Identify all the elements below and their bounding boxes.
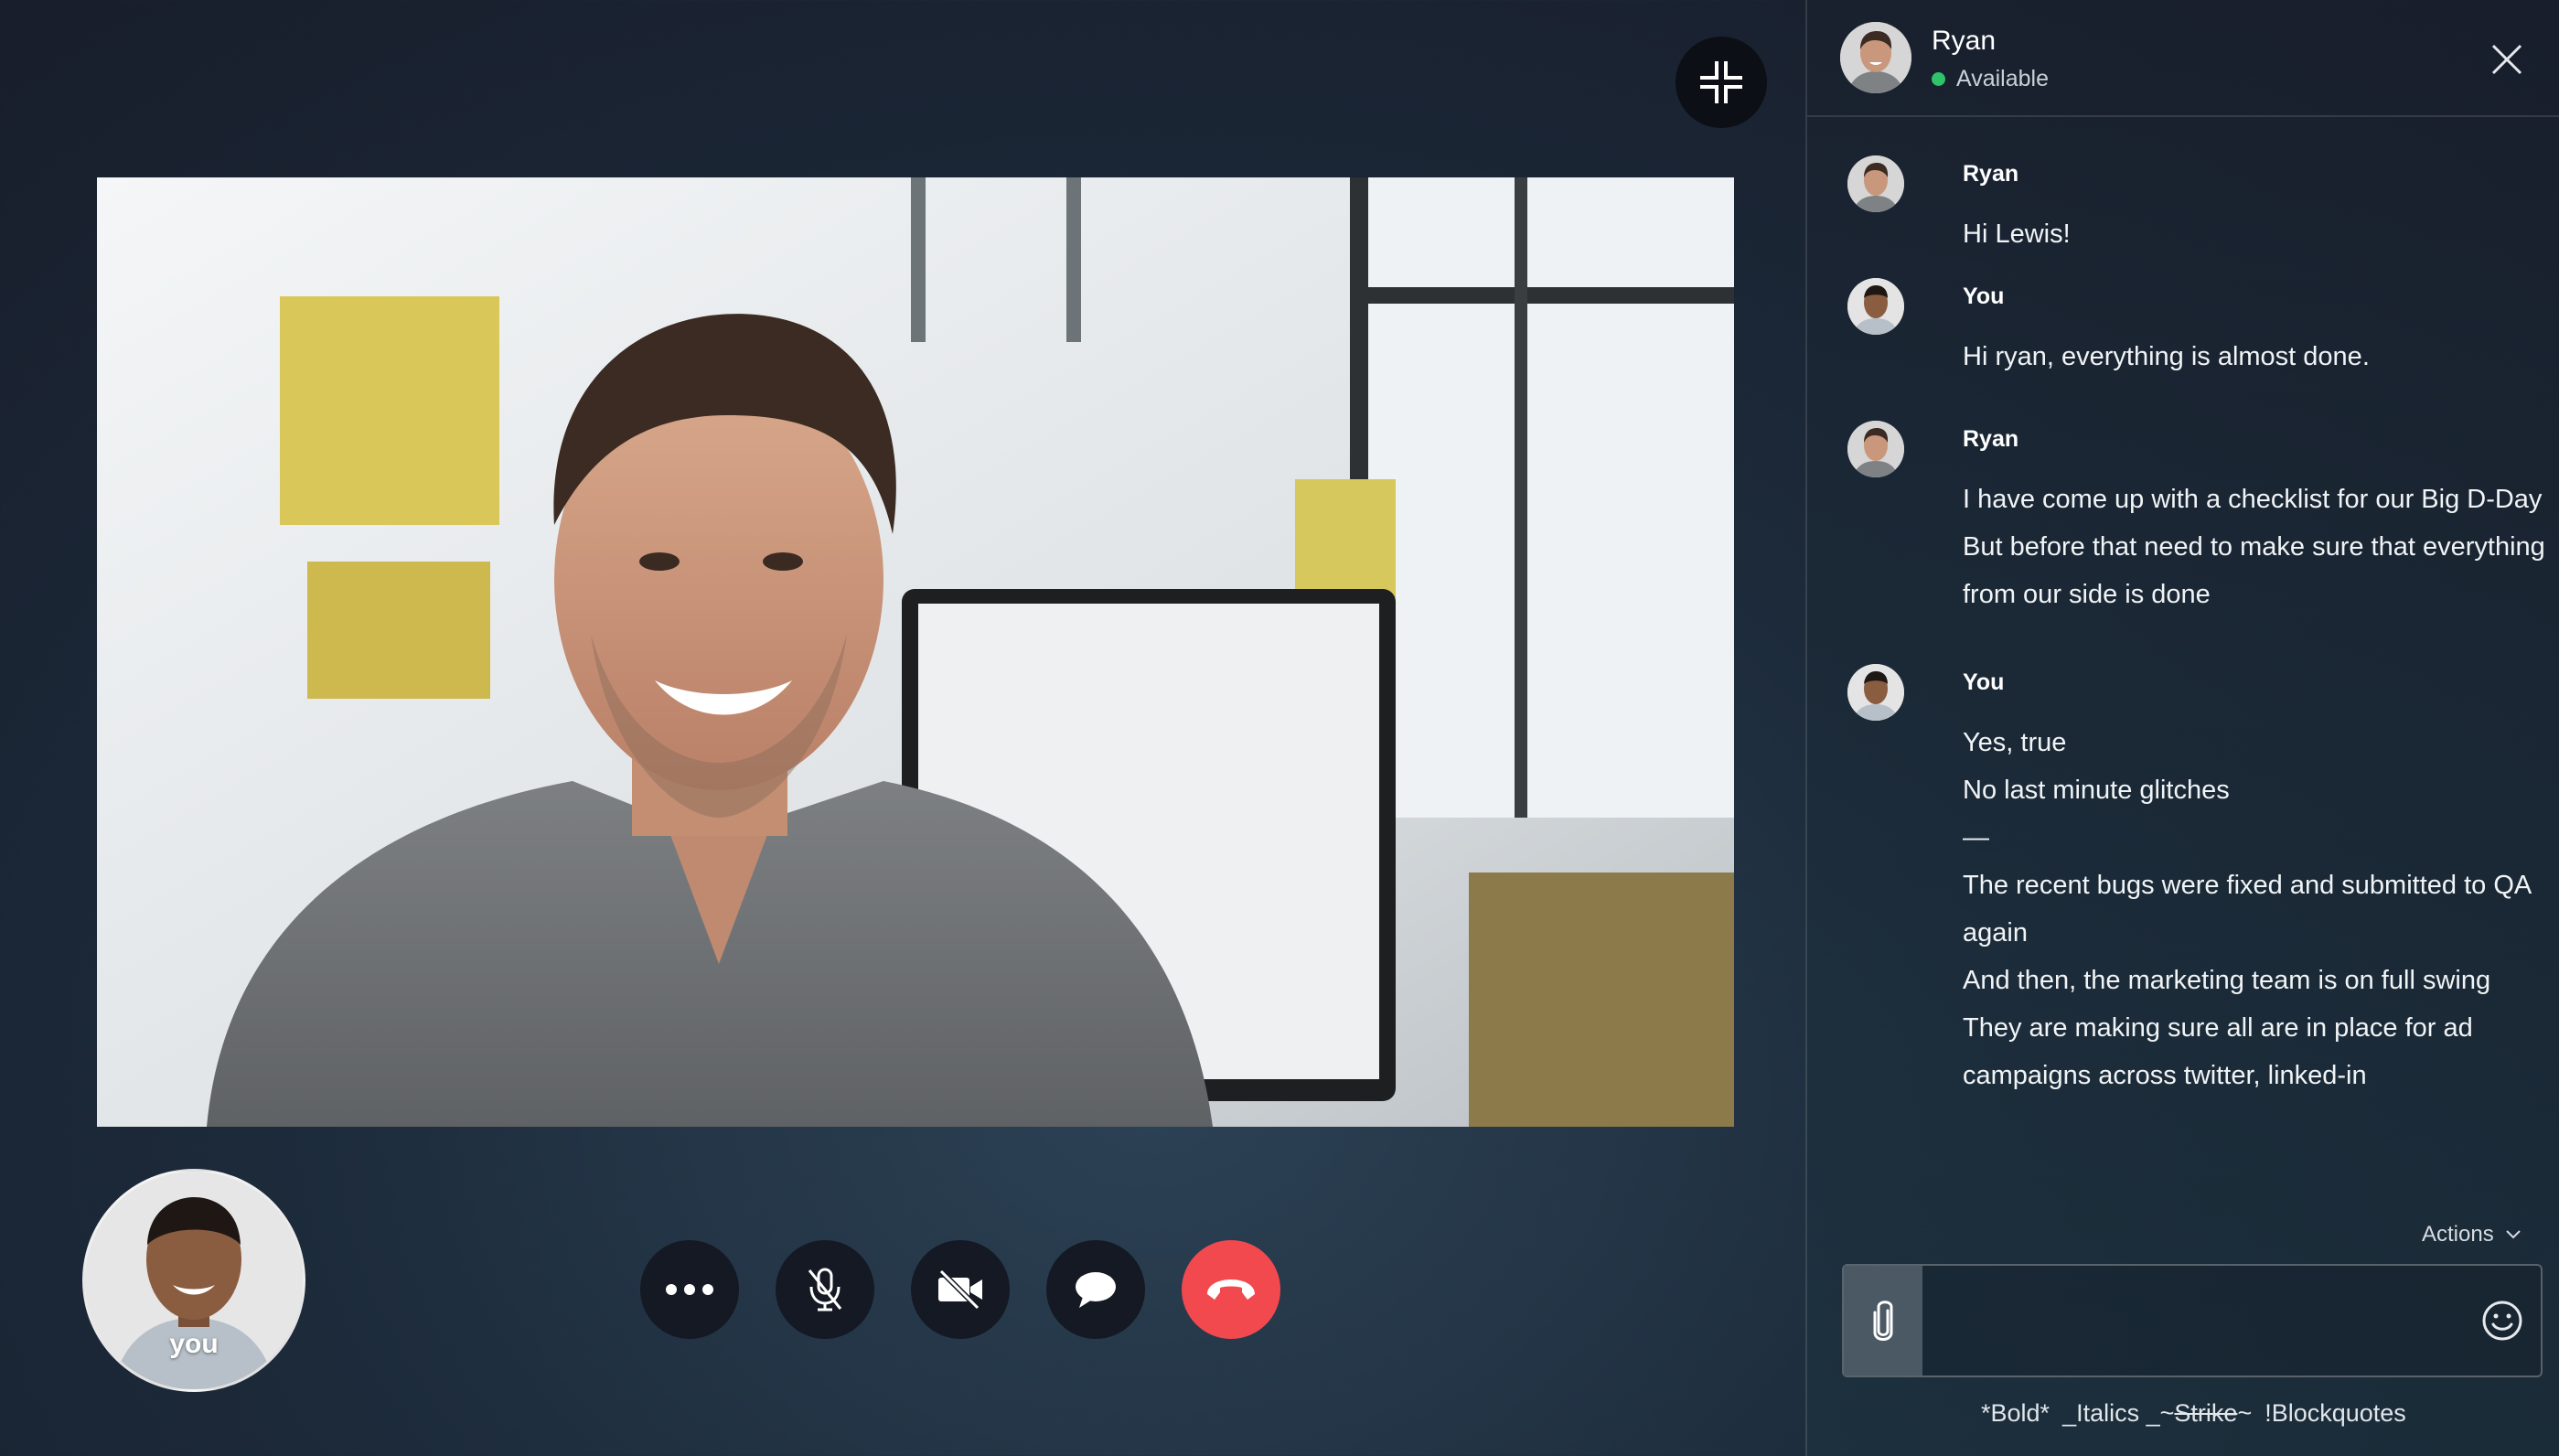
- close-chat-button[interactable]: [2484, 37, 2530, 82]
- message-line: The recent bugs were fixed and submitted…: [1963, 871, 2532, 900]
- emoji-button[interactable]: [2479, 1297, 2526, 1344]
- actions-label: Actions: [2422, 1222, 2494, 1247]
- sender-avatar: [1847, 421, 1904, 477]
- formatting-hints: *Bold* _Italics _~Strike~ !Blockquotes: [1981, 1399, 2419, 1428]
- paperclip-icon: [1873, 1301, 1893, 1341]
- remote-participant-video: [97, 177, 1734, 1127]
- mic-off-icon: [808, 1268, 842, 1311]
- contact-avatar-image: [1840, 22, 1911, 93]
- message-composer: [1842, 1264, 2543, 1377]
- actions-dropdown[interactable]: Actions: [2422, 1222, 2522, 1247]
- you-avatar-image: [1847, 664, 1904, 721]
- sender-avatar: [1847, 278, 1904, 335]
- message-line: No last minute glitches: [1963, 776, 2230, 805]
- chat-panel: Ryan Available Ryan Hi Lewis! You Hi rya…: [1805, 0, 2559, 1456]
- message-input[interactable]: [1932, 1275, 2447, 1368]
- end-call-button[interactable]: [1182, 1240, 1280, 1339]
- status-dot-icon: [1932, 72, 1945, 86]
- toggle-video-button[interactable]: [911, 1240, 1010, 1339]
- ryan-avatar-image: [1847, 421, 1904, 477]
- message-line: —: [1963, 823, 1989, 852]
- hint-strike-prefix: ~: [2159, 1399, 2175, 1427]
- open-chat-button[interactable]: [1046, 1240, 1145, 1339]
- message-line: And then, the marketing team is on full …: [1963, 966, 2491, 995]
- main-video-feed: [97, 177, 1734, 1127]
- self-video-preview[interactable]: you: [82, 1169, 305, 1392]
- sender-avatar: [1847, 664, 1904, 721]
- self-label: you: [169, 1329, 219, 1359]
- status-text: Available: [1956, 66, 2050, 91]
- message-body: I have come up with a checklist for our …: [1963, 476, 2548, 618]
- more-dots-icon: [666, 1284, 713, 1295]
- message-sender: You: [1963, 669, 2005, 695]
- ryan-avatar-image: [1847, 155, 1904, 212]
- mute-microphone-button[interactable]: [776, 1240, 874, 1339]
- message-line: Hi ryan, everything is almost done.: [1963, 342, 2370, 371]
- hint-italics: _Italics _: [2062, 1399, 2160, 1427]
- message-line: I have come up with a checklist for our …: [1963, 485, 2543, 514]
- you-avatar-image: [1847, 278, 1904, 335]
- collapse-icon: [1700, 61, 1742, 103]
- hint-strike: Strike: [2174, 1399, 2238, 1427]
- message-body: Yes, true No last minute glitches — The …: [1963, 719, 2548, 1099]
- message-line: campaigns across twitter, linked-in: [1963, 1061, 2367, 1090]
- close-icon: [2491, 44, 2522, 75]
- message-line: Hi Lewis!: [1963, 219, 2071, 249]
- exit-fullscreen-button[interactable]: [1676, 37, 1767, 128]
- message-line: Yes, true: [1963, 728, 2067, 757]
- hint-blockquotes: !Blockquotes: [2265, 1399, 2406, 1427]
- call-controls: [640, 1240, 1280, 1339]
- message-line: They are making sure all are in place fo…: [1963, 1013, 2473, 1043]
- sender-avatar: [1847, 155, 1904, 212]
- message-sender: Ryan: [1963, 161, 2019, 187]
- message-body: Hi Lewis!: [1963, 210, 2548, 258]
- message-body: Hi ryan, everything is almost done.: [1963, 333, 2548, 380]
- hint-strike-suffix: ~: [2237, 1399, 2253, 1427]
- contact-status: Available: [1932, 66, 2049, 92]
- attach-file-button[interactable]: [1844, 1266, 1922, 1376]
- message-line: from our side is done: [1963, 580, 2211, 609]
- hangup-icon: [1207, 1279, 1255, 1300]
- chat-bubble-icon: [1076, 1272, 1116, 1308]
- smiley-icon: [2482, 1301, 2522, 1341]
- chevron-down-icon: [2505, 1230, 2521, 1239]
- hint-bold: *Bold*: [1981, 1399, 2050, 1427]
- video-off-icon: [938, 1269, 982, 1311]
- message-line: again: [1963, 918, 2028, 947]
- message-sender: Ryan: [1963, 426, 2019, 452]
- chat-header: Ryan Available: [1807, 0, 2559, 117]
- message-line: But before that need to make sure that e…: [1963, 532, 2545, 562]
- message-sender: You: [1963, 284, 2005, 309]
- contact-avatar[interactable]: [1840, 22, 1911, 93]
- video-stage: you: [0, 0, 1805, 1456]
- contact-name: Ryan: [1932, 26, 1997, 56]
- more-options-button[interactable]: [640, 1240, 739, 1339]
